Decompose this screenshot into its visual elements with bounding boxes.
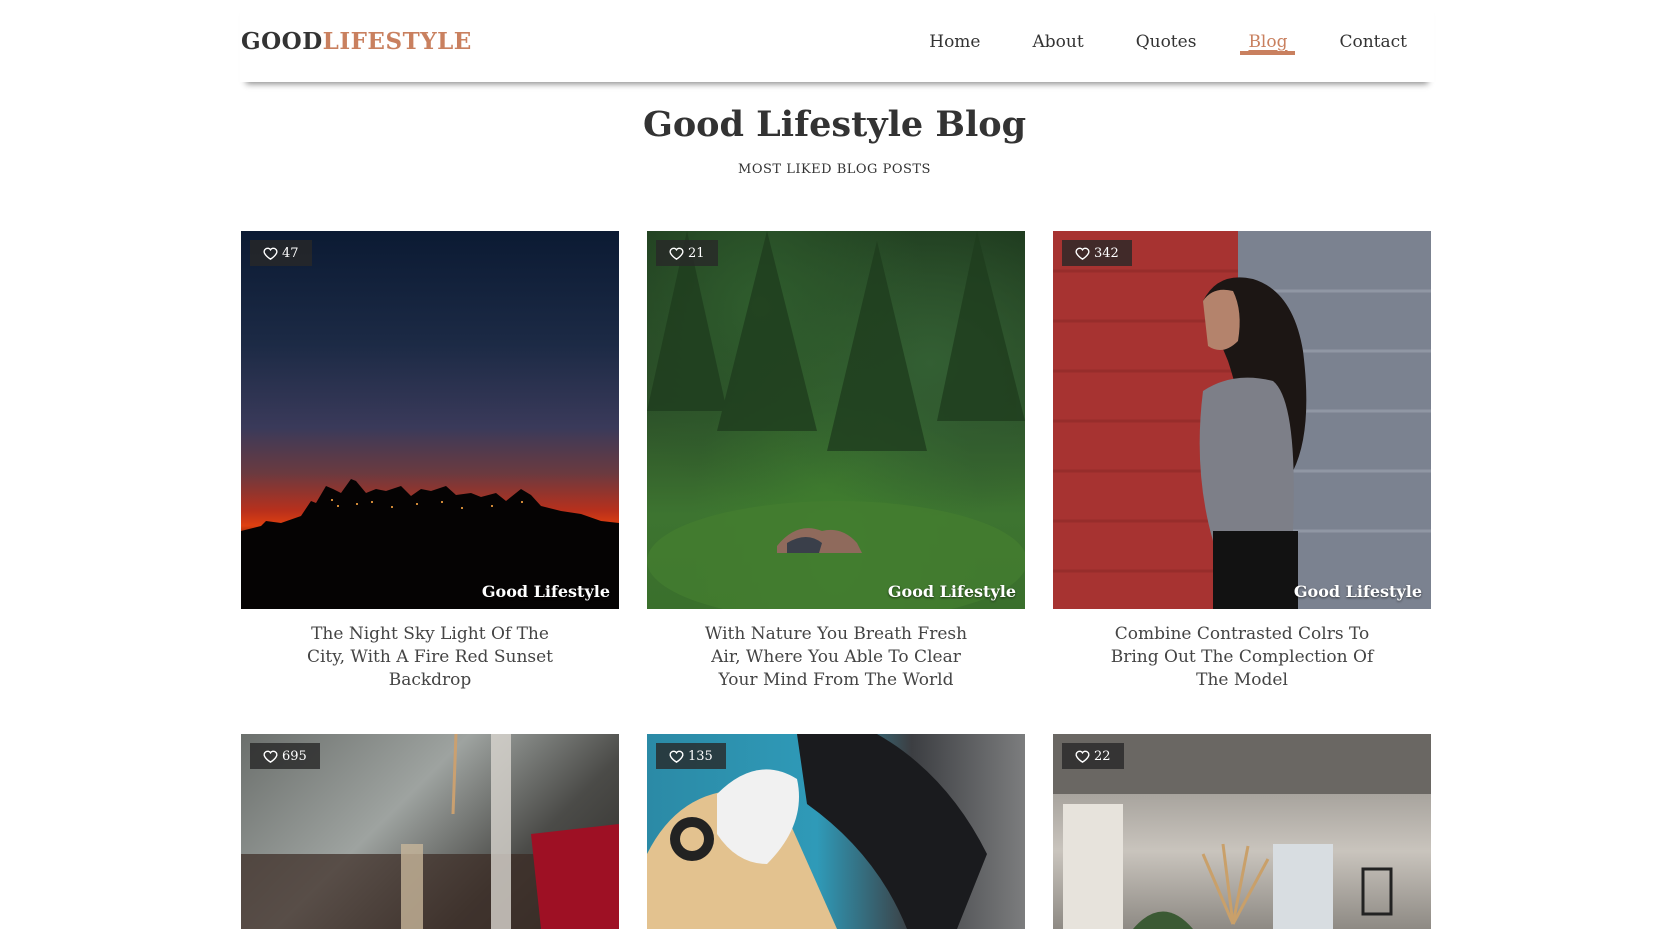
page-subtitle: MOST LIKED BLOG POSTS bbox=[738, 162, 931, 177]
nav-blog[interactable]: Blog bbox=[1240, 0, 1296, 55]
nav-home[interactable]: Home bbox=[929, 0, 980, 52]
heart-icon bbox=[263, 750, 278, 763]
like-counter[interactable]: 135 bbox=[656, 743, 726, 769]
like-count: 22 bbox=[1094, 748, 1111, 764]
nav-about[interactable]: About bbox=[1033, 0, 1084, 52]
page-title: Good Lifestyle Blog bbox=[642, 104, 1027, 145]
post-image-skateboard[interactable]: 135 bbox=[647, 734, 1025, 929]
page: GOODLIFESTYLE Home About Quotes Blog Con… bbox=[0, 0, 1669, 929]
heart-icon bbox=[669, 247, 684, 260]
nav-contact[interactable]: Contact bbox=[1339, 0, 1407, 52]
like-count: 135 bbox=[688, 748, 713, 764]
blog-card[interactable]: 135 bbox=[647, 734, 1025, 929]
like-counter[interactable]: 695 bbox=[250, 743, 320, 769]
post-image-city-sunset[interactable]: 47 Good Lifestyle bbox=[241, 231, 619, 609]
heart-icon bbox=[263, 247, 278, 260]
post-image-model-wall[interactable]: 342 Good Lifestyle bbox=[1053, 231, 1431, 609]
like-counter[interactable]: 22 bbox=[1062, 743, 1124, 769]
logo-part-good: GOOD bbox=[241, 28, 323, 55]
like-counter[interactable]: 342 bbox=[1062, 240, 1132, 266]
image-brand-watermark: Good Lifestyle bbox=[1293, 582, 1422, 601]
like-count: 21 bbox=[688, 245, 705, 261]
post-caption[interactable]: With Nature You Breath Fresh Air, Where … bbox=[647, 623, 1025, 692]
like-count: 695 bbox=[282, 748, 307, 764]
post-caption[interactable]: Combine Contrasted Colrs To Bring Out Th… bbox=[1053, 623, 1431, 692]
main-nav: Home About Quotes Blog Contact bbox=[929, 0, 1434, 82]
post-caption[interactable]: The Night Sky Light Of The City, With A … bbox=[241, 623, 619, 692]
site-logo[interactable]: GOODLIFESTYLE bbox=[241, 28, 472, 55]
post-image-room[interactable]: 22 bbox=[1053, 734, 1431, 929]
nav-quotes[interactable]: Quotes bbox=[1136, 0, 1197, 52]
blog-card[interactable]: 22 bbox=[1053, 734, 1431, 929]
city-skyline-illustration bbox=[241, 479, 619, 609]
heart-icon bbox=[1075, 750, 1090, 763]
like-counter[interactable]: 47 bbox=[250, 240, 312, 266]
like-count: 47 bbox=[282, 245, 299, 261]
like-counter[interactable]: 21 bbox=[656, 240, 718, 266]
site-header: GOODLIFESTYLE Home About Quotes Blog Con… bbox=[240, 0, 1434, 82]
image-brand-watermark: Good Lifestyle bbox=[481, 582, 610, 601]
heart-icon bbox=[669, 750, 684, 763]
model-wall-illustration bbox=[1053, 231, 1431, 609]
post-image-window[interactable]: 695 bbox=[241, 734, 619, 929]
forest-illustration bbox=[647, 231, 1025, 609]
like-count: 342 bbox=[1094, 245, 1119, 261]
blog-card[interactable]: 21 Good Lifestyle With Nature You Breath… bbox=[647, 231, 1025, 692]
image-brand-watermark: Good Lifestyle bbox=[887, 582, 1016, 601]
blog-card[interactable]: 342 Good Lifestyle Combine Contrasted Co… bbox=[1053, 231, 1431, 692]
heart-icon bbox=[1075, 247, 1090, 260]
post-image-forest-yoga[interactable]: 21 Good Lifestyle bbox=[647, 231, 1025, 609]
logo-part-lifestyle: LIFESTYLE bbox=[322, 28, 472, 55]
blog-card[interactable]: 695 bbox=[241, 734, 619, 929]
blog-card[interactable]: 47 Good Lifestyle The Night Sky Light Of… bbox=[241, 231, 619, 692]
